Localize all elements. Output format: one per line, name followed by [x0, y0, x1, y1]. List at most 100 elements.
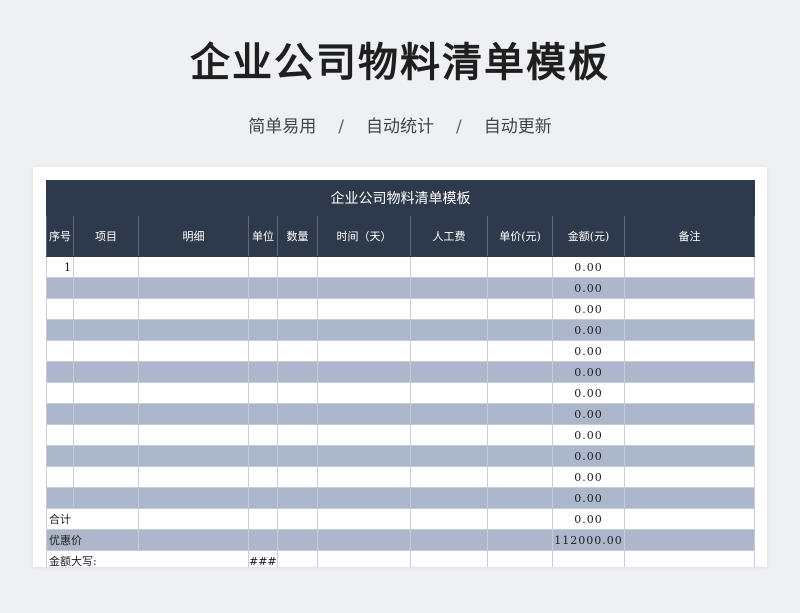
cell[interactable] [487, 361, 553, 383]
cell[interactable] [487, 550, 553, 567]
cell[interactable] [623, 445, 756, 467]
cell[interactable] [317, 466, 411, 488]
cell[interactable] [277, 277, 318, 299]
cell[interactable] [410, 340, 488, 362]
cell[interactable] [138, 424, 249, 446]
cell[interactable] [487, 466, 553, 488]
cell[interactable] [138, 529, 249, 551]
cell[interactable] [317, 361, 411, 383]
cell[interactable] [138, 277, 249, 299]
amount-cell[interactable]: 0.00 [552, 445, 625, 467]
row-number-cell[interactable] [46, 319, 74, 341]
cell[interactable] [317, 319, 411, 341]
cell[interactable] [138, 361, 249, 383]
cell[interactable] [277, 403, 318, 425]
cell[interactable] [317, 529, 411, 551]
cell[interactable] [487, 340, 553, 362]
cell[interactable] [248, 382, 278, 404]
cell[interactable] [410, 445, 488, 467]
cell[interactable] [487, 298, 553, 320]
cell[interactable] [623, 466, 756, 488]
cell[interactable] [623, 256, 756, 278]
cell[interactable] [138, 508, 249, 530]
cell[interactable] [487, 256, 553, 278]
cell[interactable] [248, 319, 278, 341]
cell[interactable] [410, 256, 488, 278]
cell[interactable] [73, 340, 139, 362]
cell[interactable] [410, 382, 488, 404]
cell[interactable] [623, 340, 756, 362]
cell[interactable] [317, 277, 411, 299]
cell[interactable] [317, 445, 411, 467]
cell[interactable] [623, 487, 756, 509]
discount-label[interactable]: 优惠价 [46, 529, 139, 551]
cell[interactable] [410, 361, 488, 383]
cell[interactable] [487, 529, 553, 551]
cell[interactable] [73, 382, 139, 404]
cell[interactable] [317, 382, 411, 404]
cell[interactable] [248, 403, 278, 425]
cell[interactable] [487, 382, 553, 404]
cell[interactable] [410, 466, 488, 488]
cell[interactable] [317, 424, 411, 446]
cell[interactable] [277, 550, 318, 567]
cell[interactable] [138, 340, 249, 362]
cell[interactable] [138, 256, 249, 278]
cell[interactable] [623, 361, 756, 383]
cell[interactable] [248, 340, 278, 362]
row-number-cell[interactable] [46, 487, 74, 509]
cell[interactable] [248, 424, 278, 446]
amount-cell[interactable]: 0.00 [552, 382, 625, 404]
row-number-cell[interactable] [46, 424, 74, 446]
row-number-cell[interactable] [46, 445, 74, 467]
amount-cell[interactable]: 0.00 [552, 277, 625, 299]
capital-amount-label[interactable]: 金额大写: [46, 550, 249, 567]
cell[interactable] [487, 319, 553, 341]
total-amount[interactable]: 0.00 [552, 508, 625, 530]
cell[interactable] [623, 550, 756, 567]
cell[interactable] [277, 466, 318, 488]
cell[interactable] [317, 298, 411, 320]
amount-cell[interactable]: 0.00 [552, 361, 625, 383]
cell[interactable] [317, 487, 411, 509]
cell[interactable] [73, 298, 139, 320]
cell[interactable] [73, 403, 139, 425]
cell[interactable] [317, 403, 411, 425]
cell[interactable] [277, 529, 318, 551]
row-number-cell[interactable] [46, 382, 74, 404]
row-number-cell[interactable] [46, 403, 74, 425]
cell[interactable] [410, 550, 488, 567]
cell[interactable] [248, 361, 278, 383]
cell[interactable] [248, 508, 278, 530]
cell[interactable] [248, 487, 278, 509]
amount-cell[interactable]: 0.00 [552, 487, 625, 509]
cell[interactable] [410, 319, 488, 341]
cell[interactable] [623, 319, 756, 341]
cell[interactable] [410, 298, 488, 320]
cell[interactable] [138, 319, 249, 341]
cell[interactable] [410, 403, 488, 425]
cell[interactable] [73, 466, 139, 488]
capital-amount-value[interactable]: ### [248, 550, 278, 567]
amount-cell[interactable]: 0.00 [552, 319, 625, 341]
amount-cell[interactable]: 0.00 [552, 340, 625, 362]
cell[interactable] [487, 277, 553, 299]
row-number-cell[interactable] [46, 361, 74, 383]
cell[interactable] [73, 319, 139, 341]
cell[interactable] [73, 277, 139, 299]
cell[interactable] [138, 298, 249, 320]
cell[interactable] [248, 298, 278, 320]
cell[interactable] [410, 487, 488, 509]
cell[interactable] [410, 277, 488, 299]
amount-cell[interactable]: 0.00 [552, 298, 625, 320]
cell[interactable] [277, 319, 318, 341]
cell[interactable] [73, 256, 139, 278]
amount-cell[interactable]: 0.00 [552, 256, 625, 278]
cell[interactable] [277, 256, 318, 278]
cell[interactable] [248, 466, 278, 488]
cell[interactable] [623, 382, 756, 404]
cell[interactable] [277, 508, 318, 530]
cell[interactable] [138, 487, 249, 509]
row-number-cell[interactable] [46, 298, 74, 320]
cell[interactable] [138, 403, 249, 425]
